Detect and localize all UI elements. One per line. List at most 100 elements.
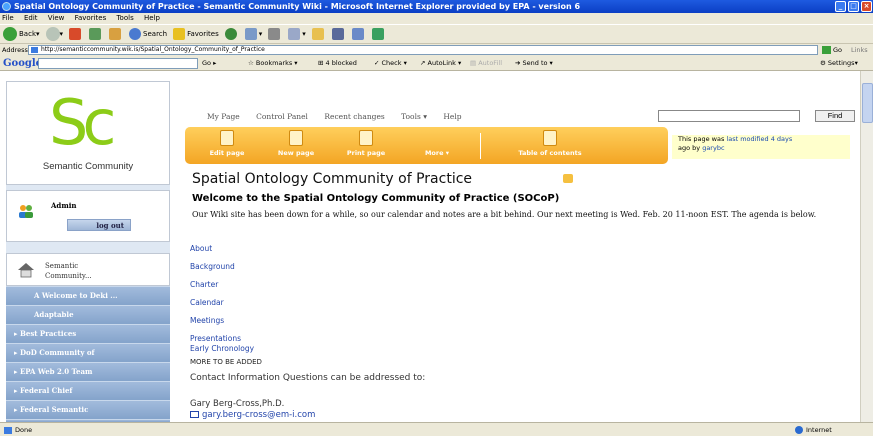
- mail-button[interactable]: ▾: [244, 28, 262, 40]
- link-meetings[interactable]: Meetings: [190, 316, 224, 325]
- menu-view[interactable]: View: [48, 14, 65, 22]
- favorites-button[interactable]: Favorites: [173, 28, 219, 40]
- last-modified-link[interactable]: last modified 4 days: [726, 135, 792, 143]
- page-title: Spatial Ontology Community of Practice: [192, 171, 473, 187]
- intro-paragraph: Our Wiki site has been down for a while,…: [192, 210, 817, 219]
- links-label[interactable]: Links: [851, 44, 868, 56]
- back-button[interactable]: Back ▾: [3, 27, 40, 41]
- autolink-button[interactable]: ↗ AutoLink ▾: [420, 56, 461, 71]
- maximize-button[interactable]: □: [848, 1, 859, 12]
- edit-page-icon: [220, 130, 234, 146]
- print-button[interactable]: [268, 28, 282, 40]
- home-icon: [109, 28, 122, 40]
- google-toolbar: Google Go ▸ ☆ Bookmarks ▾ ⊞ 4 blocked ✓ …: [0, 56, 873, 71]
- logout-button[interactable]: log out: [67, 219, 131, 231]
- go-button[interactable]: Go: [822, 45, 848, 55]
- page-scrollbar[interactable]: [860, 71, 873, 422]
- search-icon: [129, 28, 142, 40]
- nav-item-federal-chief[interactable]: ▸ Federal Chief: [6, 381, 170, 400]
- site-logo[interactable]: Sc Semantic Community: [6, 81, 170, 185]
- nav-item-dod[interactable]: ▸ DoD Community of: [6, 343, 170, 362]
- nav-recent-changes[interactable]: Recent changes: [324, 112, 384, 121]
- print-page-icon: [359, 130, 373, 146]
- print-page-button[interactable]: Print page: [343, 127, 389, 164]
- nav-item-best-practices[interactable]: ▸ Best Practices: [6, 324, 170, 343]
- print-icon: [268, 28, 281, 40]
- wiki-nav: My Page Control Panel Recent changes Too…: [185, 108, 861, 125]
- autofill-button[interactable]: ▤ AutoFill: [470, 56, 502, 71]
- discuss-button[interactable]: [311, 28, 326, 40]
- address-input[interactable]: http://semanticcommunity.wik.is/Spatial_…: [28, 45, 818, 55]
- menu-tools[interactable]: Tools: [116, 14, 133, 22]
- toc-button[interactable]: Table of contents: [505, 127, 595, 164]
- link-about[interactable]: About: [190, 244, 212, 253]
- scrollbar-thumb[interactable]: [862, 83, 873, 123]
- bookmarks-button[interactable]: ☆ Bookmarks ▾: [248, 56, 298, 71]
- find-input[interactable]: [658, 110, 800, 122]
- nav-control-panel[interactable]: Control Panel: [256, 112, 308, 121]
- stop-icon: [69, 28, 82, 40]
- page-action-bar: Edit page New page Print page More ▾ Tab…: [185, 127, 668, 164]
- logo-text: Semantic Community: [42, 161, 134, 172]
- users-icon: [19, 205, 33, 218]
- menu-favorites[interactable]: Favorites: [75, 14, 107, 22]
- new-page-button[interactable]: New page: [273, 127, 319, 164]
- extra-button[interactable]: [371, 28, 386, 40]
- nav-help[interactable]: Help: [443, 112, 461, 121]
- stop-button[interactable]: [69, 28, 83, 40]
- google-search-input[interactable]: [38, 58, 198, 69]
- user-panel: Admin log out: [6, 190, 170, 242]
- nav-tools[interactable]: Tools ▾: [401, 112, 427, 121]
- research-button[interactable]: [331, 28, 346, 40]
- nav-header[interactable]: Semantic Community...: [6, 253, 170, 286]
- go-arrow-icon: [822, 46, 831, 54]
- refresh-button[interactable]: [89, 28, 103, 40]
- link-background[interactable]: Background: [190, 262, 235, 271]
- link-charter[interactable]: Charter: [190, 280, 218, 289]
- link-early-chronology[interactable]: Early Chronology: [190, 344, 254, 353]
- nav-item-epa[interactable]: ▸ EPA Web 2.0 Team: [6, 362, 170, 381]
- edit-page-button[interactable]: Edit page: [205, 127, 249, 164]
- nav-item-adaptable[interactable]: Adaptable: [6, 305, 170, 324]
- messenger-button[interactable]: [351, 28, 366, 40]
- spellcheck-button[interactable]: ✓ Check ▾: [374, 56, 407, 71]
- close-button[interactable]: ×: [861, 1, 872, 12]
- contact-email[interactable]: gary.berg-cross@em-i.com: [190, 410, 315, 420]
- link-calendar[interactable]: Calendar: [190, 298, 224, 307]
- home-button[interactable]: [109, 28, 123, 40]
- settings-button[interactable]: ⚙ Settings▾: [820, 56, 858, 71]
- more-button[interactable]: More ▾: [415, 127, 481, 164]
- username[interactable]: Admin: [51, 201, 76, 210]
- address-bar: Address http://semanticcommunity.wik.is/…: [0, 44, 873, 56]
- search-button[interactable]: Search: [129, 28, 167, 40]
- edit-icon: [288, 28, 301, 40]
- ie-logo-icon: [2, 2, 11, 11]
- messenger-icon: [351, 28, 364, 40]
- google-go-button[interactable]: Go ▸: [202, 56, 216, 71]
- standard-toolbar: Back ▾ ▾ Search Favorites ▾ ▾: [0, 24, 873, 44]
- forward-button[interactable]: ▾: [45, 27, 63, 41]
- nav-my-page[interactable]: My Page: [207, 112, 240, 121]
- google-logo[interactable]: Google: [3, 56, 42, 71]
- sendto-button[interactable]: ➔ Send to ▾: [515, 56, 553, 71]
- nav-title: Semantic Community...: [45, 262, 92, 280]
- find-button[interactable]: Find: [815, 110, 855, 122]
- menu-help[interactable]: Help: [144, 14, 160, 22]
- logo-letters: Sc: [49, 86, 116, 159]
- nav-item-federal-semantic[interactable]: ▸ Federal Semantic: [6, 400, 170, 419]
- minimize-button[interactable]: _: [835, 1, 846, 12]
- globe-icon: [795, 426, 803, 434]
- popup-blocker-button[interactable]: ⊞ 4 blocked: [318, 56, 357, 71]
- link-presentations[interactable]: Presentations: [190, 334, 241, 343]
- history-icon: [224, 28, 237, 40]
- menu-file[interactable]: File: [2, 14, 14, 22]
- menu-edit[interactable]: Edit: [24, 14, 38, 22]
- history-button[interactable]: [224, 28, 239, 40]
- author-link[interactable]: garybc: [702, 144, 724, 152]
- contact-name: Gary Berg-Cross,Ph.D.: [190, 399, 285, 409]
- status-bar: Done Internet: [0, 422, 873, 436]
- edit-button[interactable]: ▾: [288, 28, 306, 40]
- rss-icon[interactable]: [563, 174, 573, 183]
- address-label: Address: [2, 46, 28, 54]
- nav-item-welcome[interactable]: A Welcome to Deki ...: [6, 286, 170, 305]
